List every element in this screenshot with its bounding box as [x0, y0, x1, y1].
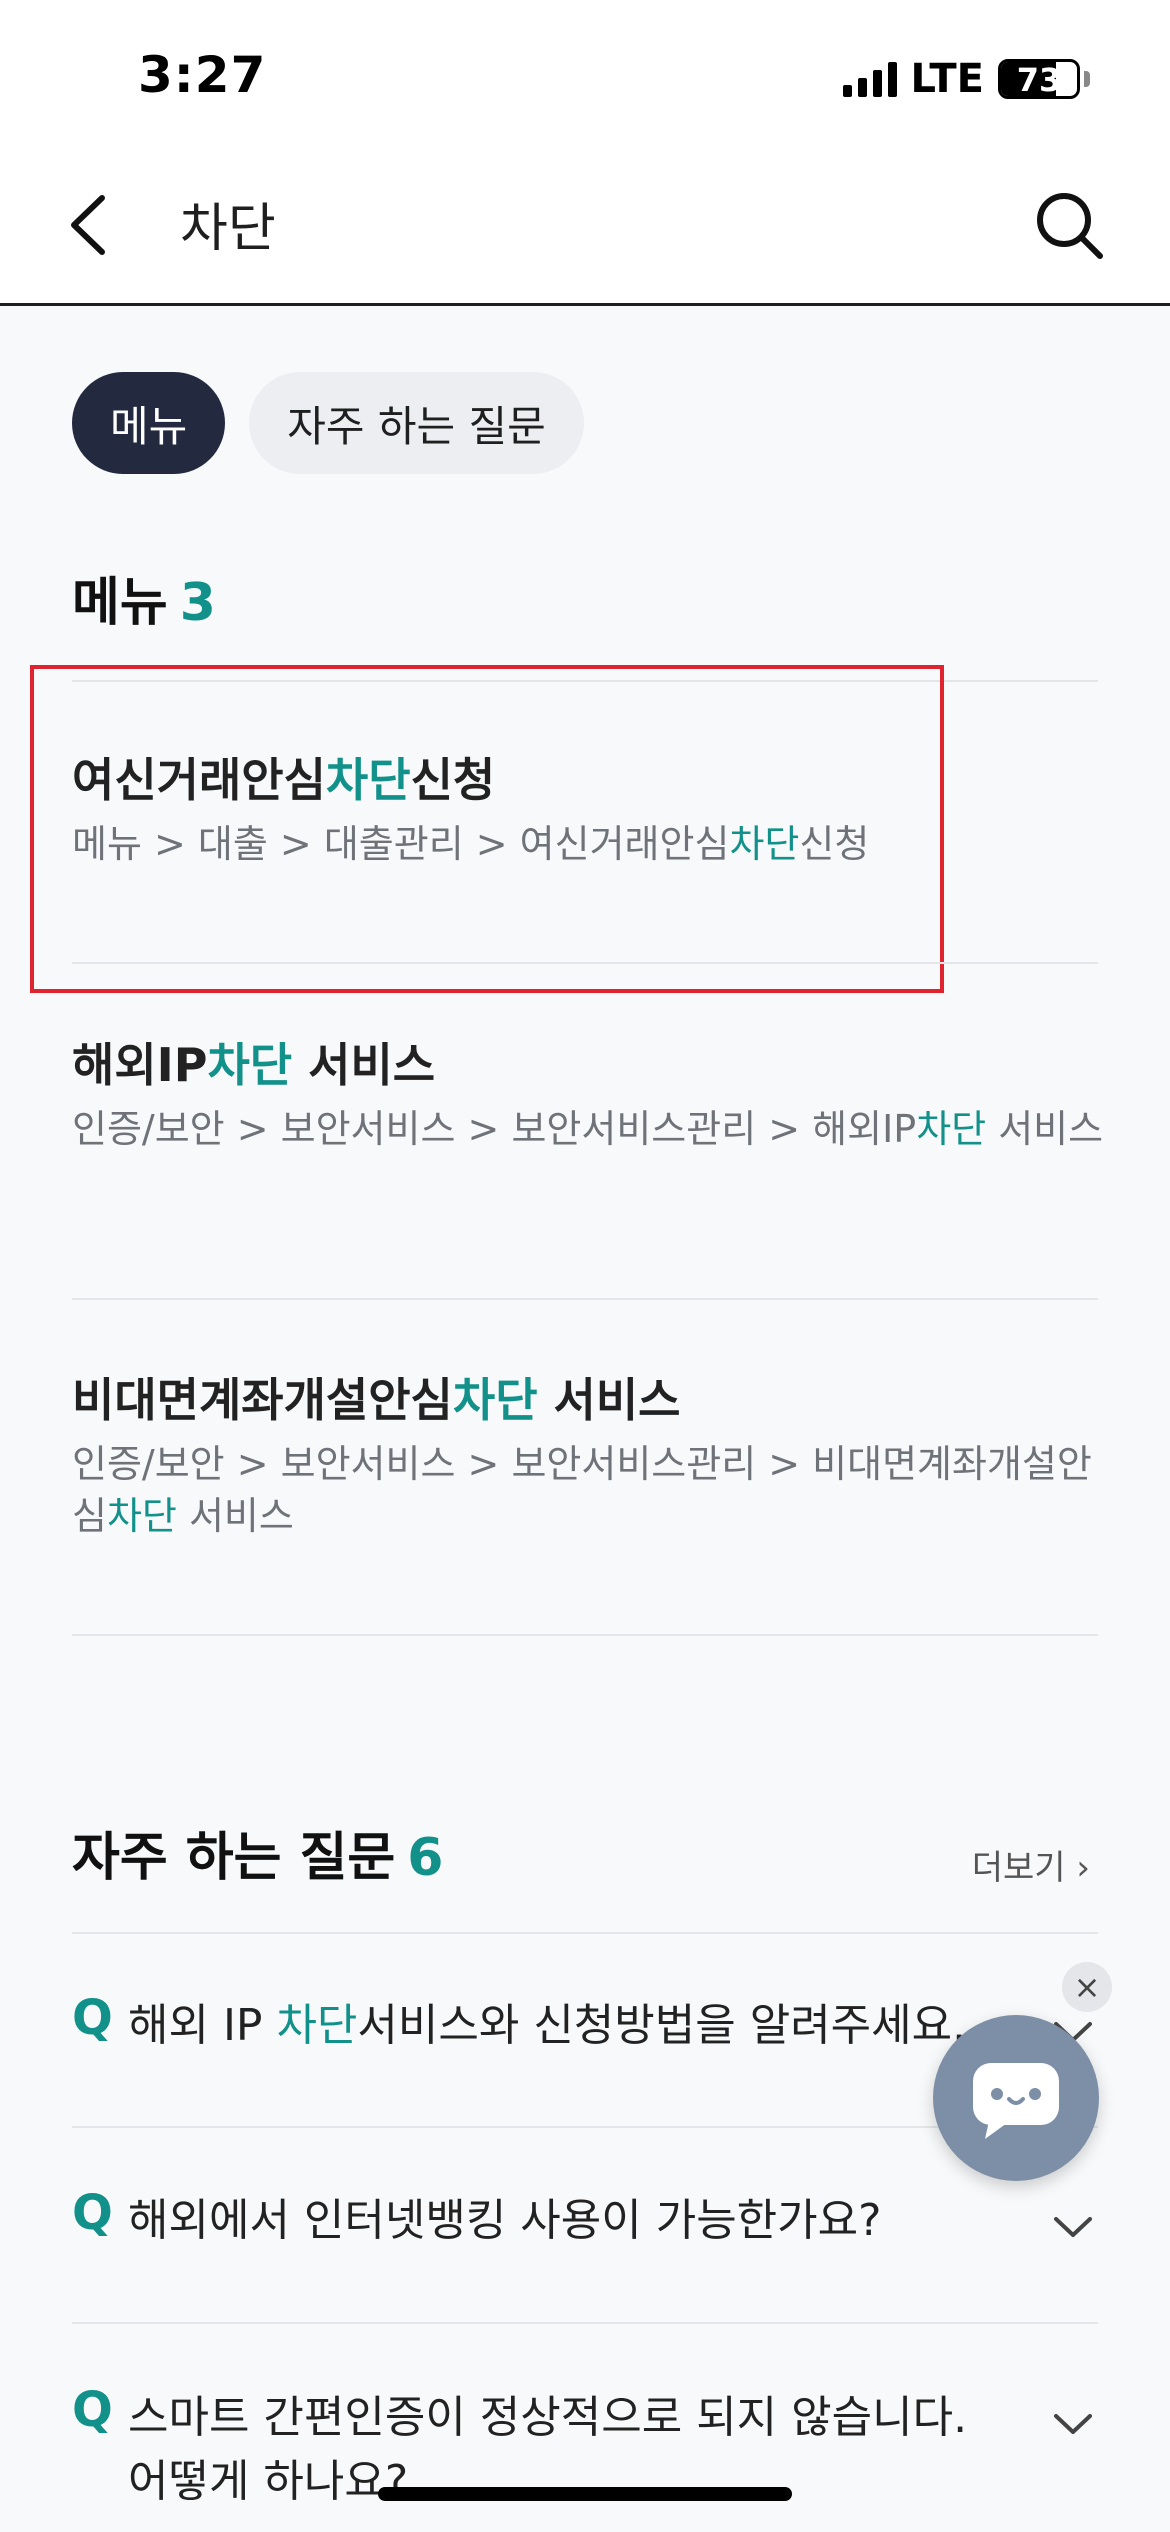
menu-section-label: 메뉴: [72, 573, 168, 633]
divider: [72, 1932, 1098, 1934]
chatbot-close-button[interactable]: ×: [1062, 1962, 1112, 2012]
divider: [72, 680, 1098, 682]
menu-result-path: 인증/보안 > 보안서비스 > 보안서비스관리 > 비대면계좌개설안심차단 서비…: [72, 1442, 1092, 1538]
divider: [72, 1298, 1098, 1300]
chevron-left-icon: [71, 195, 105, 255]
home-indicator: [378, 2487, 792, 2501]
chatbot-button[interactable]: [933, 2015, 1099, 2181]
tab-menu[interactable]: 메뉴: [72, 372, 226, 474]
tab-faq[interactable]: 자주 하는 질문: [249, 372, 584, 474]
signal-icon: [842, 61, 897, 97]
menu-result-path: 인증/보안 > 보안서비스 > 보안서비스관리 > 해외IP차단 서비스: [72, 1107, 1104, 1151]
result-tabs: 메뉴 자주 하는 질문: [72, 372, 584, 474]
status-indicators: LTE 73: [842, 56, 1090, 102]
menu-result-title: 비대면계좌개설안심차단 서비스: [72, 1373, 681, 1427]
menu-result-item[interactable]: 여신거래안심차단신청 메뉴 > 대출 > 대출관리 > 여신거래안심차단신청: [72, 750, 1112, 870]
faq-item[interactable]: Q 스마트 간편인증이 정상적으로 되지 않습니다. 어떻게 하나요?: [72, 2382, 1098, 2522]
faq-q-marker: Q: [72, 2382, 113, 2438]
menu-result-item[interactable]: 비대면계좌개설안심차단 서비스 인증/보안 > 보안서비스 > 보안서비스관리 …: [72, 1370, 1112, 1542]
faq-section-label: 자주 하는 질문: [72, 1828, 396, 1888]
search-button[interactable]: [1030, 186, 1110, 266]
search-icon: [1037, 193, 1103, 259]
faq-q-marker: Q: [72, 2185, 113, 2241]
faq-count: 6: [407, 1828, 444, 1888]
faq-item[interactable]: Q 해외에서 인터넷뱅킹 사용이 가능한가요?: [72, 2185, 1098, 2265]
faq-question: 해외 IP 차단서비스와 신청방법을 알려주세요.: [128, 2000, 967, 2051]
app-header: 차단: [0, 150, 1170, 306]
faq-section-title: 자주 하는 질문 6: [72, 1815, 443, 1890]
menu-result-path: 메뉴 > 대출 > 대출관리 > 여신거래안심차단신청: [72, 822, 870, 866]
divider: [72, 2322, 1098, 2324]
more-link[interactable]: 더보기 ›: [972, 1840, 1090, 1889]
divider: [72, 962, 1098, 964]
menu-result-title: 여신거래안심차단신청: [72, 753, 496, 807]
divider: [72, 1634, 1098, 1636]
back-button[interactable]: [60, 190, 120, 260]
battery-icon: 73: [998, 59, 1080, 99]
menu-section-title: 메뉴 3: [72, 560, 216, 635]
status-time: 3:27: [138, 46, 267, 104]
menu-result-item[interactable]: 해외IP차단 서비스 인증/보안 > 보안서비스 > 보안서비스관리 > 해외I…: [72, 1035, 1112, 1155]
menu-count: 3: [179, 573, 216, 633]
page-title: 차단: [180, 199, 276, 259]
faq-question: 해외에서 인터넷뱅킹 사용이 가능한가요?: [128, 2195, 882, 2246]
chevron-down-icon: [1054, 2217, 1092, 2237]
battery-level: 73: [1016, 61, 1062, 99]
network-type: LTE: [910, 56, 984, 102]
status-bar: 3:27 LTE 73: [0, 0, 1170, 150]
chevron-down-icon: [1054, 2414, 1092, 2434]
menu-result-title: 해외IP차단 서비스: [72, 1038, 436, 1092]
faq-q-marker: Q: [72, 1990, 113, 2046]
battery-tip: [1084, 71, 1090, 87]
chat-bubble-icon: [973, 2063, 1059, 2139]
